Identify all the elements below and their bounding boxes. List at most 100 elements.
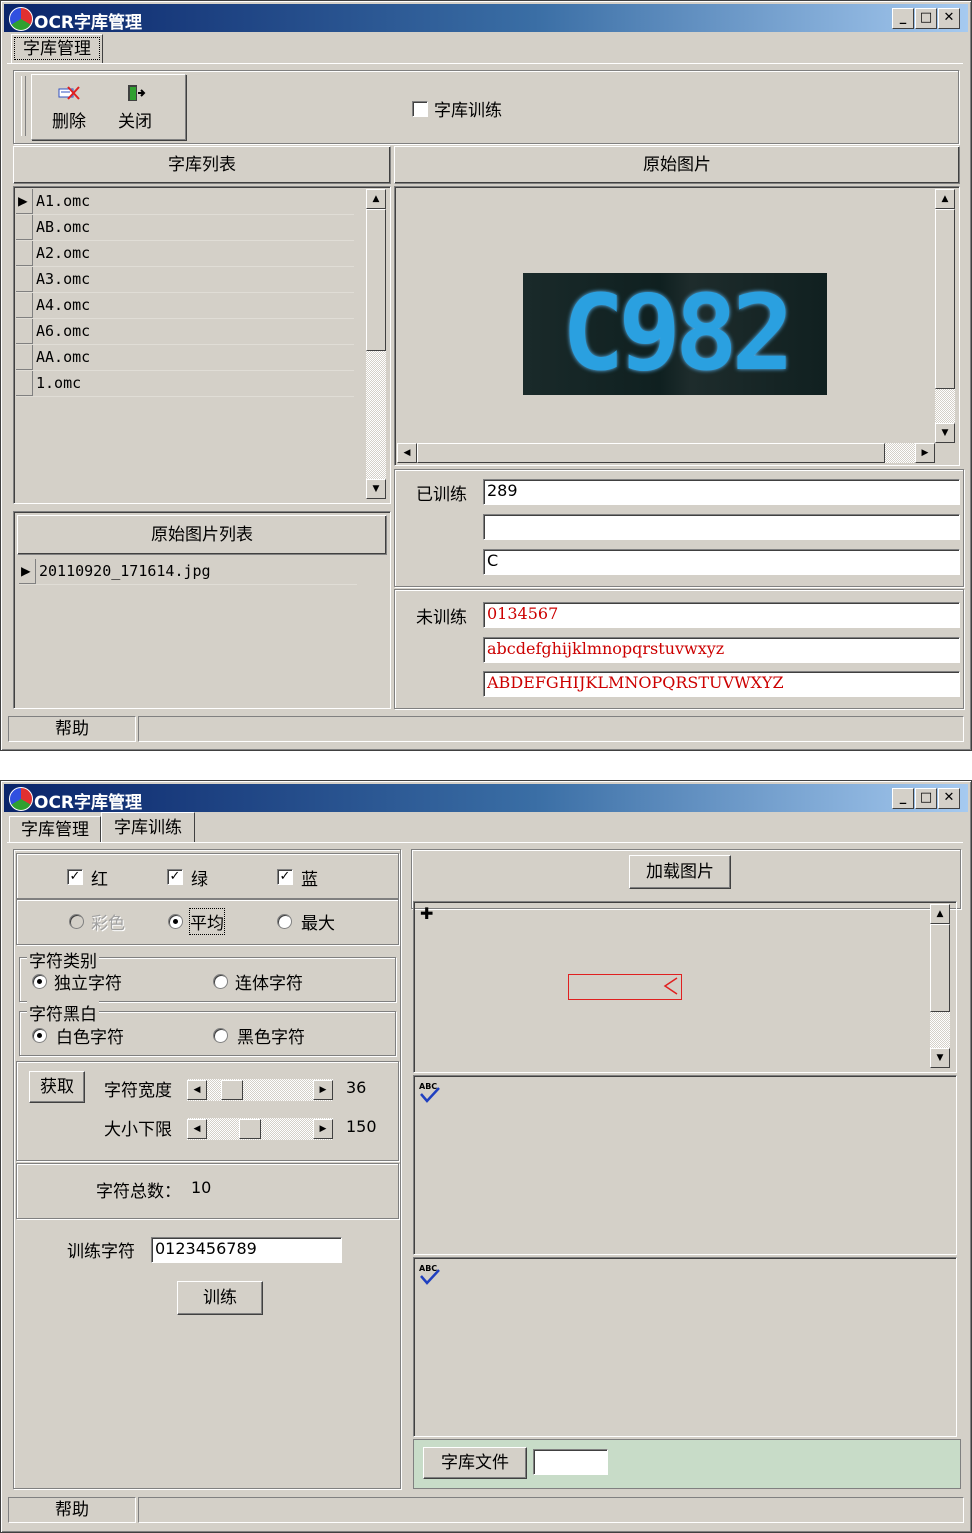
list-item[interactable]: A3.omc (16, 267, 354, 293)
untrained-field-2[interactable]: abcdefghijklmnopqrstuvwxyz (483, 637, 960, 663)
tab-label: 字库训练 (114, 818, 182, 838)
title-bar[interactable]: OCR字库管理 _ □ ✕ (4, 4, 968, 33)
list-item[interactable]: ▶ A1.omc (16, 189, 354, 215)
train-button[interactable]: 训练 (177, 1281, 263, 1315)
max-mode-radio[interactable] (277, 914, 292, 929)
red-channel-checkbox[interactable]: ✓ (67, 869, 83, 885)
average-mode-label[interactable]: 平均 (189, 908, 225, 935)
trained-field-3[interactable]: C (483, 549, 960, 575)
train-chars-input[interactable]: 0123456789 (151, 1237, 342, 1263)
slider-left-arrow-icon[interactable]: ◀ (187, 1080, 207, 1100)
preview-hscrollbar[interactable]: ◀ ▶ (397, 443, 935, 463)
list-item[interactable]: AB.omc (16, 215, 354, 241)
load-image-button[interactable]: 加载图片 (629, 855, 731, 889)
library-list[interactable]: ▶ A1.omc AB.omc A2.omc A3.omc A4.omc A6.o… (13, 186, 391, 504)
maximize-button[interactable]: □ (915, 788, 937, 809)
title-bar[interactable]: OCR字库管理 _ □ ✕ (4, 784, 968, 813)
status-panel (138, 1497, 964, 1523)
green-channel-checkbox[interactable]: ✓ (167, 869, 183, 885)
slider-right-arrow-icon[interactable]: ▶ (313, 1119, 333, 1139)
close-window-button[interactable]: ✕ (938, 8, 960, 29)
scroll-left-arrow-icon[interactable]: ◀ (397, 443, 417, 463)
size-limit-slider[interactable]: ◀ ▶ (187, 1118, 333, 1140)
trained-field-2[interactable] (483, 514, 960, 540)
list-item[interactable]: A4.omc (16, 293, 354, 319)
selection-box[interactable] (568, 974, 682, 1000)
help-status[interactable]: 帮助 (8, 1497, 136, 1523)
close-window-button[interactable]: ✕ (938, 788, 960, 809)
help-status[interactable]: 帮助 (8, 716, 136, 742)
list-item[interactable]: 1.omc (16, 371, 354, 397)
connected-char-radio[interactable] (213, 974, 228, 989)
canvas-vscrollbar[interactable]: ▲ ▼ (930, 904, 950, 1068)
total-label: 字符总数： (96, 1182, 181, 1202)
svg-text:ABC: ABC (419, 1082, 437, 1091)
scroll-down-arrow-icon[interactable]: ▼ (366, 479, 386, 499)
list-item[interactable]: A2.omc (16, 241, 354, 267)
tab-library-training[interactable]: 字库训练 (101, 812, 195, 843)
delete-button[interactable]: 删除 (41, 81, 97, 135)
list-item-text: A3.omc (36, 270, 91, 288)
train-checkbox-label[interactable]: 字库训练 (434, 96, 502, 121)
scroll-right-arrow-icon[interactable]: ▶ (915, 443, 935, 463)
color-mode-radio[interactable] (69, 914, 84, 929)
minimize-button[interactable]: _ (892, 788, 914, 809)
char-width-slider-thumb[interactable] (221, 1080, 243, 1100)
blue-channel-checkbox[interactable]: ✓ (277, 869, 293, 885)
scroll-down-arrow-icon[interactable]: ▼ (935, 423, 955, 443)
maximize-button[interactable]: □ (915, 8, 937, 29)
image-list-item[interactable]: ▶ 20110920_171614.jpg (19, 559, 357, 585)
list-item[interactable]: A6.omc (16, 319, 354, 345)
list-item[interactable]: AA.omc (16, 345, 354, 371)
connected-char-label[interactable]: 连体字符 (235, 969, 303, 994)
close-button[interactable]: 关闭 (107, 81, 163, 135)
lib-file-input[interactable] (533, 1449, 608, 1475)
untrained-field-1[interactable]: 0134567 (483, 602, 960, 628)
size-limit-slider-thumb[interactable] (239, 1119, 261, 1139)
separate-char-radio[interactable] (32, 974, 47, 989)
image-list-header: 原始图片列表 (17, 515, 387, 555)
total-value: 10 (191, 1178, 212, 1197)
slider-right-arrow-icon[interactable]: ▶ (313, 1080, 333, 1100)
library-list-scrollbar[interactable]: ▲ ▼ (366, 189, 386, 499)
white-char-label[interactable]: 白色字符 (56, 1023, 124, 1048)
scrollbar-thumb[interactable] (366, 209, 386, 351)
app-icon (9, 7, 33, 31)
preview-vscrollbar[interactable]: ▲ ▼ (935, 189, 955, 443)
row-indicator-icon: ▶ (21, 561, 31, 580)
scrollbar-thumb[interactable] (417, 443, 885, 463)
color-mode-label[interactable]: 彩色 (91, 909, 125, 934)
scrollbar-thumb[interactable] (935, 209, 955, 389)
list-item-text: AB.omc (36, 218, 91, 236)
status-panel (138, 716, 964, 742)
train-checkbox[interactable] (412, 101, 428, 117)
list-item-text: A4.omc (36, 296, 91, 314)
fetch-button[interactable]: 获取 (29, 1071, 85, 1103)
slider-left-arrow-icon[interactable]: ◀ (187, 1119, 207, 1139)
max-mode-label[interactable]: 最大 (301, 909, 335, 934)
scrollbar-thumb[interactable] (930, 924, 950, 1012)
separate-char-label[interactable]: 独立字符 (54, 969, 122, 994)
spellcheck-icon: ABC (418, 1262, 442, 1291)
tab-library-management[interactable]: 字库管理 (11, 34, 103, 63)
minimize-button[interactable]: _ (892, 8, 914, 29)
char-width-slider[interactable]: ◀ ▶ (187, 1079, 333, 1101)
black-char-label[interactable]: 黑色字符 (237, 1023, 305, 1048)
black-char-radio[interactable] (213, 1028, 228, 1043)
white-char-radio[interactable] (32, 1028, 47, 1043)
untrained-field-3[interactable]: ABDEFGHIJKLMNOPQRSTUVWXYZ (483, 671, 960, 697)
lib-file-button[interactable]: 字库文件 (423, 1447, 527, 1479)
list-item-text: A6.omc (36, 322, 91, 340)
scroll-up-arrow-icon[interactable]: ▲ (366, 189, 386, 209)
trained-field-1[interactable]: 289 (483, 479, 960, 505)
scroll-up-arrow-icon[interactable]: ▲ (935, 189, 955, 209)
status-bar: 帮助 (6, 716, 966, 744)
blue-channel-label[interactable]: 蓝 (301, 865, 318, 890)
scroll-down-arrow-icon[interactable]: ▼ (930, 1048, 950, 1068)
green-channel-label[interactable]: 绿 (191, 865, 208, 890)
tab-library-management[interactable]: 字库管理 (9, 816, 101, 843)
average-mode-radio[interactable] (168, 914, 183, 929)
scroll-up-arrow-icon[interactable]: ▲ (930, 904, 950, 924)
source-image-canvas[interactable]: ✚ ▲ ▼ (413, 901, 957, 1073)
red-channel-label[interactable]: 红 (91, 865, 108, 890)
